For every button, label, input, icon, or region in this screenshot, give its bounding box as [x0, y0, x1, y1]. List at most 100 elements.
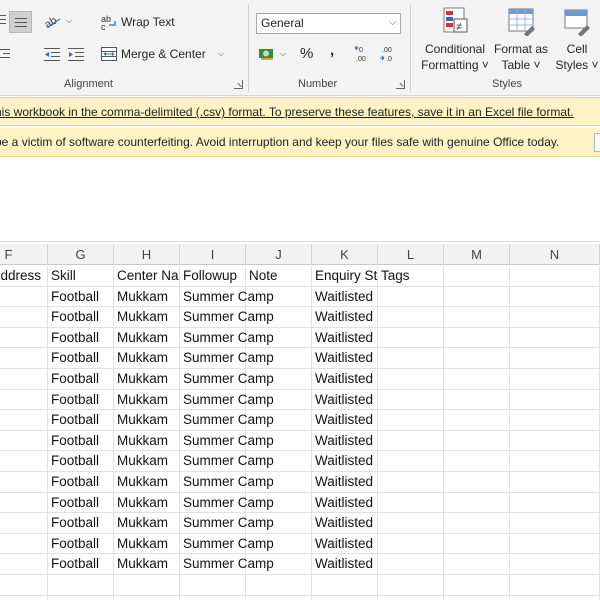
table-cell[interactable]: [48, 595, 114, 600]
table-cell[interactable]: Summer Camp: [180, 369, 274, 389]
percent-style-button[interactable]: %: [300, 45, 313, 62]
table-cell[interactable]: Waitlisted: [312, 554, 378, 575]
table-cell[interactable]: [378, 451, 444, 472]
table-cell[interactable]: [246, 327, 312, 348]
table-cell[interactable]: [510, 327, 600, 348]
table-cell[interactable]: [444, 369, 510, 389]
table-cell[interactable]: [0, 369, 48, 389]
table-cell[interactable]: [246, 554, 312, 575]
table-cell[interactable]: [312, 575, 378, 595]
table-cell[interactable]: Waitlisted: [312, 307, 378, 328]
table-cell[interactable]: Football: [48, 533, 114, 554]
align-bottom-button[interactable]: [9, 11, 32, 33]
table-cell[interactable]: [378, 307, 444, 328]
table-cell[interactable]: [378, 348, 444, 369]
column-header[interactable]: N: [510, 244, 600, 265]
column-header[interactable]: G: [48, 244, 114, 265]
table-cell[interactable]: [246, 575, 312, 595]
table-cell[interactable]: [510, 286, 600, 307]
table-cell[interactable]: [510, 307, 600, 328]
table-cell[interactable]: [114, 595, 180, 600]
table-cell[interactable]: Football: [48, 307, 114, 328]
table-cell[interactable]: [114, 575, 180, 595]
table-cell[interactable]: Waitlisted: [312, 286, 378, 307]
table-cell[interactable]: [180, 595, 246, 600]
table-cell[interactable]: [444, 451, 510, 472]
table-cell[interactable]: Waitlisted: [312, 389, 378, 410]
table-cell[interactable]: [444, 492, 510, 513]
table-cell[interactable]: Summer Camp: [180, 492, 274, 513]
table-cell[interactable]: Waitlisted: [312, 492, 378, 513]
header-cell[interactable]: Skill: [48, 266, 114, 286]
worksheet-grid[interactable]: FGHIJKLMN ddress Skill Center Na Followup No…: [0, 244, 600, 600]
format-as-table-button[interactable]: Format as Table ˅: [489, 6, 553, 73]
table-cell[interactable]: Waitlisted: [312, 533, 378, 554]
table-cell[interactable]: [378, 369, 444, 389]
table-cell[interactable]: Mukkam: [114, 369, 180, 389]
table-cell[interactable]: Waitlisted: [312, 327, 378, 348]
table-cell[interactable]: [444, 513, 510, 534]
alignment-dialog-launcher-icon[interactable]: [234, 80, 243, 89]
table-cell[interactable]: Mukkam: [114, 472, 180, 492]
table-cell[interactable]: Mukkam: [114, 430, 180, 451]
table-cell[interactable]: [444, 554, 510, 575]
table-cell[interactable]: Football: [48, 554, 114, 575]
table-cell[interactable]: Football: [48, 410, 114, 431]
table-cell[interactable]: [0, 286, 48, 307]
table-cell[interactable]: [444, 307, 510, 328]
table-cell[interactable]: Waitlisted: [312, 348, 378, 369]
table-cell[interactable]: Football: [48, 492, 114, 513]
header-cell[interactable]: Tags: [378, 266, 444, 286]
column-header[interactable]: I: [180, 244, 246, 265]
table-cell[interactable]: Mukkam: [114, 286, 180, 307]
csv-format-warning-text[interactable]: his workbook in the comma-delimited (.cs…: [0, 98, 574, 125]
table-cell[interactable]: [246, 389, 312, 410]
header-cell[interactable]: Center Na: [114, 266, 180, 286]
align-right-partial-icon[interactable]: [0, 48, 10, 60]
table-cell[interactable]: [0, 595, 48, 600]
table-cell[interactable]: Mukkam: [114, 307, 180, 328]
header-cell[interactable]: [444, 266, 510, 286]
table-cell[interactable]: [0, 554, 48, 575]
number-format-dropdown[interactable]: General ⌵: [256, 13, 401, 34]
table-cell[interactable]: [378, 389, 444, 410]
table-cell[interactable]: [246, 472, 312, 492]
table-cell[interactable]: Football: [48, 327, 114, 348]
orientation-button[interactable]: ab ⌵: [44, 13, 72, 29]
comma-style-button[interactable]: ,: [330, 42, 334, 59]
table-cell[interactable]: Summer Camp: [180, 451, 274, 472]
table-cell[interactable]: [444, 286, 510, 307]
table-cell[interactable]: [444, 595, 510, 600]
table-cell[interactable]: [378, 533, 444, 554]
table-cell[interactable]: Summer Camp: [180, 554, 274, 575]
table-cell[interactable]: [0, 410, 48, 431]
conditional-formatting-button[interactable]: ≠ Conditional Formatting ˅: [420, 6, 490, 73]
header-cell[interactable]: [510, 266, 600, 286]
table-cell[interactable]: [378, 575, 444, 595]
table-cell[interactable]: [246, 533, 312, 554]
table-cell[interactable]: Football: [48, 472, 114, 492]
column-header[interactable]: K: [312, 244, 378, 265]
table-cell[interactable]: [510, 451, 600, 472]
column-header[interactable]: L: [378, 244, 444, 265]
table-cell[interactable]: [444, 389, 510, 410]
table-cell[interactable]: [246, 369, 312, 389]
column-header[interactable]: H: [114, 244, 180, 265]
header-cell[interactable]: ddress: [0, 266, 48, 286]
table-cell[interactable]: Mukkam: [114, 533, 180, 554]
table-cell[interactable]: Football: [48, 430, 114, 451]
table-cell[interactable]: Waitlisted: [312, 472, 378, 492]
table-cell[interactable]: [312, 595, 378, 600]
table-cell[interactable]: [378, 595, 444, 600]
merge-center-button[interactable]: Merge & Center ⌵: [101, 47, 224, 61]
wrap-text-button[interactable]: ab c Wrap Text: [101, 14, 175, 30]
table-cell[interactable]: Football: [48, 369, 114, 389]
table-cell[interactable]: [246, 595, 312, 600]
table-cell[interactable]: [510, 389, 600, 410]
table-cell[interactable]: [0, 492, 48, 513]
table-cell[interactable]: Waitlisted: [312, 513, 378, 534]
table-cell[interactable]: Mukkam: [114, 492, 180, 513]
table-cell[interactable]: Football: [48, 451, 114, 472]
table-cell[interactable]: Football: [48, 513, 114, 534]
column-header[interactable]: F: [0, 244, 48, 265]
